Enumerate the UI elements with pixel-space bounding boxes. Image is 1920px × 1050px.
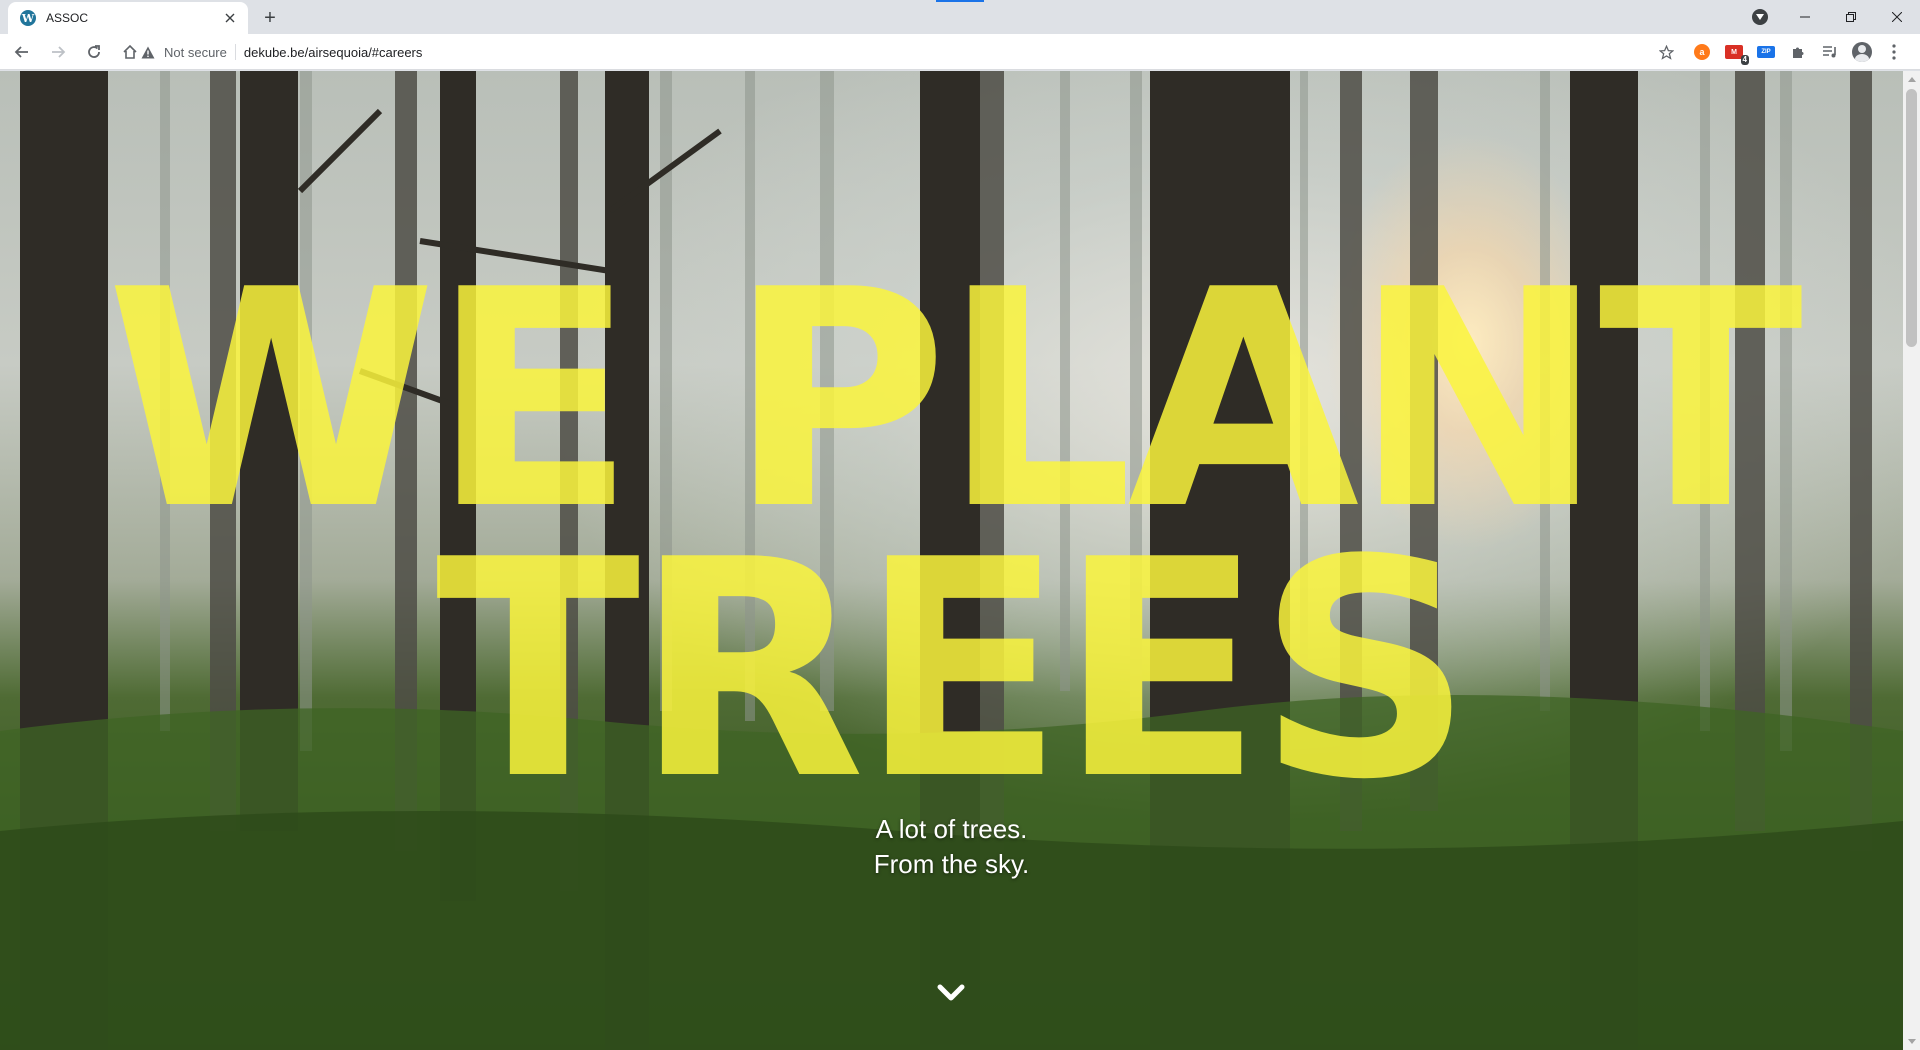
menu-kebab-icon[interactable] bbox=[1882, 40, 1906, 64]
wordpress-icon: W bbox=[20, 10, 36, 26]
omnibox-divider bbox=[234, 44, 236, 60]
tab-search-icon[interactable] bbox=[1752, 9, 1768, 25]
browser-toolbar: Not secure dekube.be/airsequoia/#careers bbox=[0, 34, 1920, 70]
aliexpress-label: a bbox=[1694, 44, 1710, 60]
url-text[interactable]: dekube.be/airsequoia/#careers bbox=[244, 45, 423, 60]
restore-button[interactable] bbox=[1828, 2, 1874, 32]
extensions-puzzle-icon[interactable] bbox=[1786, 40, 1810, 64]
scrollbar-thumb[interactable] bbox=[1906, 89, 1917, 347]
new-tab-button[interactable]: + bbox=[258, 6, 282, 30]
security-label: Not secure bbox=[164, 44, 227, 60]
hero-headline-line2: TREES bbox=[435, 496, 1474, 845]
reload-button[interactable] bbox=[80, 38, 108, 66]
page-scrollbar[interactable] bbox=[1903, 71, 1920, 1050]
window-controls bbox=[1752, 0, 1920, 34]
page-viewport: WE PLANT TREES A lot of trees. From the … bbox=[0, 71, 1903, 1050]
bookmark-star-icon[interactable] bbox=[1652, 38, 1680, 66]
hero-subtitle-line1: A lot of trees. bbox=[875, 814, 1028, 844]
hero-subtitle: A lot of trees. From the sky. bbox=[0, 812, 1903, 882]
address-bar[interactable]: Not secure dekube.be/airsequoia/#careers bbox=[140, 38, 1660, 66]
security-indicator[interactable]: Not secure bbox=[140, 44, 227, 60]
close-window-button[interactable] bbox=[1874, 2, 1920, 32]
mail-extension-label: M bbox=[1731, 48, 1737, 56]
zip-extension-icon[interactable]: ZIP bbox=[1754, 40, 1778, 64]
scroll-down-arrow-icon[interactable] bbox=[1903, 1033, 1920, 1050]
media-control-icon[interactable] bbox=[1818, 40, 1842, 64]
close-tab-icon[interactable] bbox=[220, 8, 240, 28]
forward-button[interactable] bbox=[44, 38, 72, 66]
chevron-down-icon[interactable] bbox=[935, 977, 967, 1009]
back-button[interactable] bbox=[8, 38, 36, 66]
minimize-button[interactable] bbox=[1782, 2, 1828, 32]
mail-extension-icon[interactable]: M 4 bbox=[1722, 40, 1749, 65]
tab-title: ASSOC bbox=[46, 11, 89, 25]
tab-strip: W ASSOC + bbox=[0, 0, 1920, 34]
mail-extension-badge: 4 bbox=[1740, 55, 1749, 65]
aliexpress-extension-icon[interactable]: a bbox=[1690, 40, 1714, 64]
scroll-up-arrow-icon[interactable] bbox=[1903, 71, 1920, 88]
profile-avatar-icon[interactable] bbox=[1850, 40, 1874, 64]
warning-icon bbox=[140, 44, 156, 60]
extensions-bar: a M 4 ZIP bbox=[1690, 38, 1914, 66]
tab-strip-indicator bbox=[936, 0, 984, 2]
browser-tab[interactable]: W ASSOC bbox=[8, 2, 248, 34]
hero-subtitle-line2: From the sky. bbox=[873, 849, 1030, 879]
zip-extension-label: ZIP bbox=[1757, 46, 1775, 58]
